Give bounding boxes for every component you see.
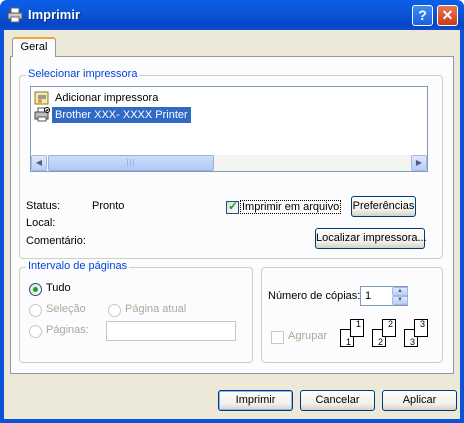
radio-all[interactable]	[29, 283, 42, 296]
copies-label: Número de cópias:	[268, 290, 361, 302]
collate-page: 1	[350, 319, 364, 337]
general-panel: Selecionar impressora Adicionar impresso…	[10, 56, 454, 374]
print-dialog: Imprimir ? ✕ Geral Selecionar impressora…	[0, 0, 464, 423]
scroll-left-icon[interactable]: ◀	[31, 155, 47, 171]
tab-general[interactable]: Geral	[12, 37, 56, 57]
radio-pages-label[interactable]: Páginas:	[46, 324, 89, 336]
find-printer-button[interactable]: Localizar impressora...	[315, 228, 427, 249]
print-to-file-label[interactable]: Imprimir em arquivo	[240, 200, 342, 214]
apply-button[interactable]: Aplicar	[382, 390, 457, 411]
printer-list[interactable]: Adicionar impressora Brother XXX- XXXX P…	[30, 86, 428, 172]
copies-spinner[interactable]: ▲ ▼	[392, 287, 408, 306]
select-printer-label: Selecionar impressora	[26, 68, 140, 80]
printer-item-label: Adicionar impressora	[55, 92, 159, 104]
radio-all-label[interactable]: Tudo	[46, 282, 71, 294]
radio-current-page-label[interactable]: Página atual	[125, 303, 186, 315]
cancel-button[interactable]: Cancelar	[300, 390, 375, 411]
radio-current-page[interactable]	[108, 304, 121, 317]
spin-up-icon[interactable]: ▲	[392, 287, 408, 296]
select-printer-group: Selecionar impressora Adicionar impresso…	[19, 68, 443, 259]
printer-icon	[7, 7, 23, 23]
radio-selection-label[interactable]: Seleção	[46, 303, 86, 315]
page-range-group: Intervalo de páginas Tudo Seleção Página…	[19, 260, 253, 363]
location-label: Local:	[26, 217, 56, 229]
radio-dot	[33, 287, 38, 292]
preferences-button[interactable]: Preferências	[351, 196, 416, 217]
printer-list-scrollbar[interactable]: ◀ ||| ▶	[31, 155, 427, 171]
copies-value: 1	[365, 290, 372, 302]
print-to-file-checkbox[interactable]: ✓	[226, 199, 239, 214]
radio-selection[interactable]	[29, 304, 42, 317]
page-range-label: Intervalo de páginas	[26, 260, 130, 272]
collate-page: 3	[414, 319, 428, 337]
help-button[interactable]: ?	[412, 5, 433, 26]
spin-down-icon[interactable]: ▼	[392, 296, 408, 305]
comment-label: Comentário:	[26, 235, 86, 247]
pages-input[interactable]	[106, 321, 236, 341]
status-value: Pronto	[92, 200, 125, 212]
collate-label[interactable]: Agrupar	[288, 330, 327, 342]
radio-pages[interactable]	[29, 325, 42, 338]
copies-group: Número de cópias: 1 ▲ ▼ Agrupar 1 1 2 2 …	[261, 267, 443, 363]
printer-item-label: Brother XXX- XXXX Printer	[52, 107, 191, 123]
scroll-thumb[interactable]: |||	[48, 155, 214, 171]
window-title: Imprimir	[28, 7, 81, 22]
collate-checkbox[interactable]	[271, 331, 284, 344]
add-printer-icon	[34, 91, 49, 105]
scroll-right-icon[interactable]: ▶	[411, 155, 427, 171]
close-button[interactable]: ✕	[437, 5, 458, 26]
collate-page: 2	[382, 319, 396, 337]
check-icon: ✓	[228, 199, 239, 213]
status-label: Status:	[26, 200, 61, 212]
dialog-client: Geral Selecionar impressora Adicionar im…	[4, 30, 460, 419]
print-button[interactable]: Imprimir	[218, 390, 293, 411]
printer-icon	[34, 107, 50, 122]
title-bar[interactable]: Imprimir ? ✕	[0, 0, 464, 30]
